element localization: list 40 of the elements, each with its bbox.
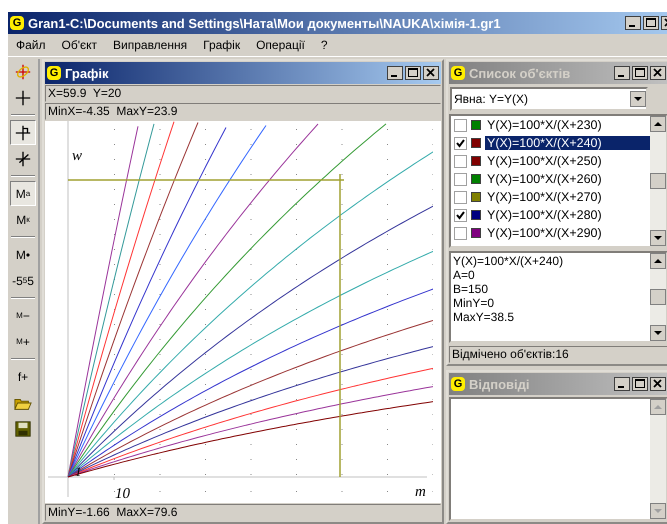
object-list-item[interactable]: Y(X)=100*X/(X+260) <box>485 172 604 186</box>
object-list-item[interactable]: Y(X)=100*X/(X+230) <box>485 118 604 132</box>
detail-line: B=150 <box>453 282 490 296</box>
origin-label: 1 <box>75 465 82 478</box>
menu-item[interactable]: ? <box>312 38 336 52</box>
window-title: Список об'єктів <box>469 66 572 80</box>
app-logo: G <box>10 16 24 30</box>
app-logo: G <box>47 66 61 80</box>
object-list-item[interactable]: Y(X)=100*X/(X+250) <box>485 154 604 168</box>
y-axis-label: w <box>72 149 82 164</box>
object-list-item[interactable]: Y(X)=100*X/(X+270) <box>485 190 604 204</box>
window-title: Gran1-C:\Documents and Settings\Ната\Мои документы\NAUKA\хімія-1.gr1 <box>28 16 502 30</box>
menu-item[interactable]: Операції <box>248 38 313 52</box>
menu-item[interactable]: Виправлення <box>105 38 196 52</box>
window-title: Графік <box>65 66 110 80</box>
object-list-item[interactable]: Y(X)=100*X/(X+240) <box>485 136 650 150</box>
object-list-item[interactable]: Y(X)=100*X/(X+280) <box>485 208 604 222</box>
filter-dropdown[interactable]: Явна: Y=Y(X) <box>450 87 648 111</box>
x-tick-label: 10 <box>115 487 130 502</box>
detail-line: MinY=0 <box>453 296 496 310</box>
status-text: Відмічено об'єктів:16 <box>449 346 667 363</box>
x-axis-label: m <box>415 485 426 500</box>
app-logo: G <box>451 66 465 80</box>
object-list-item[interactable]: Y(X)=100*X/(X+290) <box>485 226 604 240</box>
cursor-coordinates: X=59.9 Y=20 <box>45 85 441 102</box>
detail-line: Y(X)=100*X/(X+240) <box>453 254 564 268</box>
text-tool-button[interactable]: M• <box>10 242 36 267</box>
text-tool-button[interactable]: f+ <box>10 364 36 389</box>
menu-item[interactable]: Об'єкт <box>54 38 106 52</box>
range-readout: MinY=-1.66 MaxX=79.6 <box>45 504 441 521</box>
window-title: Відповіді <box>469 376 531 392</box>
text-tool-button[interactable]: $^{M}$− <box>10 303 36 328</box>
range-readout: MinX=-4.35 MaxY=23.9 <box>45 103 441 120</box>
text-tool-button[interactable]: $^{M}$+ <box>10 329 36 354</box>
app-logo: G <box>451 377 465 391</box>
detail-line: MaxY=38.5 <box>453 310 516 324</box>
menu-item[interactable]: Файл <box>8 38 54 52</box>
text-tool-button[interactable]: -5$^{5}$5 <box>10 268 36 293</box>
detail-line: A=0 <box>453 268 476 282</box>
menu-item[interactable]: Графік <box>195 38 248 52</box>
